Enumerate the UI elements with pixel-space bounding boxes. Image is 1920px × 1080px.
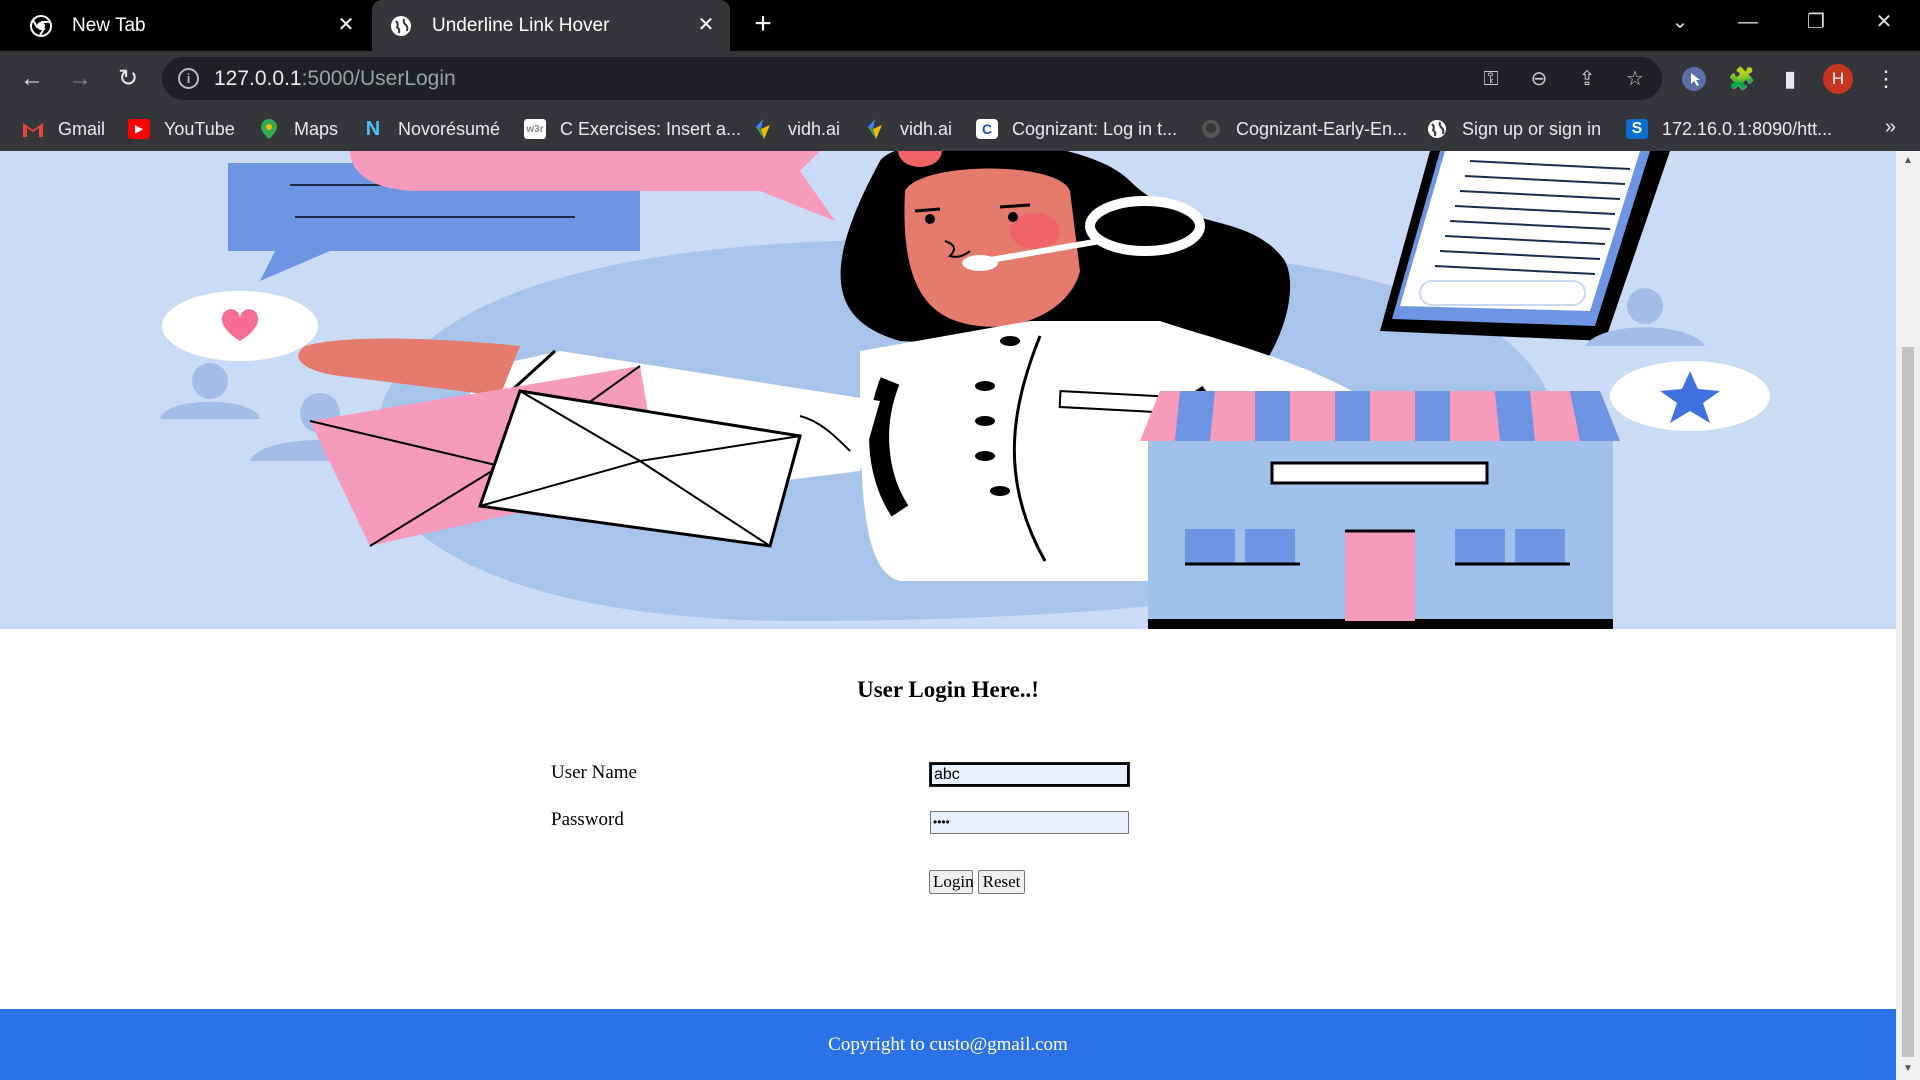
w3r-icon: w3r [524, 119, 546, 139]
menu-kebab-icon[interactable]: ⋮ [1870, 63, 1902, 95]
bookmark-gmail[interactable]: Gmail [22, 116, 105, 142]
github-icon [1200, 119, 1222, 139]
close-window-icon[interactable]: ✕ [1854, 0, 1914, 44]
hero-illustration [0, 151, 1896, 629]
key-icon[interactable]: ⚿ [1478, 66, 1504, 92]
bookmark-label: vidh.ai [788, 118, 841, 139]
scroll-up-arrow-icon[interactable]: ▲ [1902, 155, 1914, 167]
tab-title: New Tab [72, 14, 146, 36]
tab-underline-link-hover[interactable]: Underline Link Hover ✕ [372, 0, 730, 51]
bookmark-sign-up[interactable]: Sign up or sign in [1426, 116, 1601, 142]
bookmark-label: Gmail [58, 118, 106, 139]
cognizant-icon: C [976, 119, 998, 139]
side-panel-icon[interactable]: ▮ [1774, 63, 1806, 95]
bookmark-label: YouTube [164, 118, 235, 139]
page-viewport: User Login Here..! User Name Password ••… [0, 151, 1896, 1080]
bookmark-vidhai-2[interactable]: vidh.ai [864, 116, 952, 142]
bookmark-vidhai-1[interactable]: vidh.ai [752, 116, 840, 142]
bookmarks-overflow-icon[interactable]: » [1885, 116, 1896, 139]
page-scrollbar[interactable]: ▲ ▼ [1896, 151, 1920, 1080]
url-path: :5000/UserLogin [301, 67, 456, 90]
new-tab-plus-icon[interactable]: + [748, 9, 778, 40]
bookmark-label: Sign up or sign in [1462, 118, 1602, 139]
back-arrow-icon[interactable]: ← [16, 63, 48, 95]
forward-arrow-icon[interactable]: → [64, 63, 96, 95]
bookmark-youtube[interactable]: ▶ YouTube [128, 116, 235, 142]
bookmark-maps[interactable]: Maps [258, 116, 338, 142]
vidhai-icon [752, 119, 774, 139]
bookmark-label: vidh.ai [900, 118, 953, 139]
bookmark-cognizant-login[interactable]: C Cognizant: Log in t... [976, 116, 1177, 142]
bookmark-star-icon[interactable]: ☆ [1622, 66, 1648, 92]
login-title: User Login Here..! [857, 677, 1039, 702]
bookmark-sophos[interactable]: S 172.16.0.1:8090/htt... [1626, 116, 1832, 142]
youtube-icon: ▶ [128, 119, 150, 139]
bookmark-label: Maps [294, 118, 339, 139]
tab-title: Underline Link Hover [432, 14, 610, 36]
bookmark-label: Novorésumé [398, 118, 501, 139]
scrollbar-thumb[interactable] [1902, 347, 1914, 1057]
bookmarks-bar: Gmail ▶ YouTube Maps N Novorésumé w3r C … [0, 106, 1920, 151]
globe-icon [1426, 119, 1448, 139]
address-bar[interactable]: i 127.0.0.1:5000/UserLogin ⚿ ⊖ ⇪ ☆ [162, 57, 1662, 100]
chrome-icon [30, 14, 52, 37]
url-text[interactable]: 127.0.0.1:5000/UserLogin [214, 67, 456, 91]
minimize-icon[interactable]: — [1718, 0, 1778, 44]
bookmark-label: 172.16.0.1:8090/htt... [1662, 118, 1833, 139]
reset-button[interactable]: Reset [978, 870, 1025, 894]
maps-icon [258, 119, 280, 139]
password-label: Password [551, 809, 624, 830]
bookmark-label: Cognizant: Log in t... [1012, 118, 1178, 139]
bookmark-label: C Exercises: Insert a... [560, 118, 742, 139]
bookmark-label: Cognizant-Early-En... [1236, 118, 1408, 139]
page-footer: Copyright to custo@gmail.com [0, 1009, 1896, 1080]
bookmark-cognizant-early[interactable]: Cognizant-Early-En... [1200, 116, 1407, 142]
username-input[interactable] [929, 762, 1130, 787]
novoresume-icon: N [365, 117, 381, 140]
url-host: 127.0.0.1 [214, 67, 302, 90]
zoom-out-icon[interactable]: ⊖ [1526, 66, 1552, 92]
tab-strip: New Tab ✕ Underline Link Hover ✕ + ⌄ — ❐… [0, 0, 1920, 51]
tab-search-chevron-icon[interactable]: ⌄ [1650, 0, 1710, 44]
bookmark-novoresume[interactable]: N Novorésumé [362, 116, 500, 142]
profile-avatar[interactable]: H [1823, 64, 1853, 94]
login-button[interactable]: Login [929, 870, 974, 894]
username-label: User Name [551, 762, 637, 783]
sophos-icon: S [1626, 119, 1648, 139]
globe-icon [390, 15, 412, 37]
password-input[interactable]: •••• [930, 811, 1129, 834]
site-info-icon[interactable]: i [178, 68, 199, 89]
reload-icon[interactable]: ↻ [112, 63, 144, 95]
tab-new-tab[interactable]: New Tab ✕ [0, 0, 370, 51]
extensions-puzzle-icon[interactable]: 🧩 [1726, 63, 1758, 95]
vidhai-icon [864, 119, 886, 139]
scroll-down-arrow-icon[interactable]: ▼ [1902, 1063, 1914, 1075]
bookmark-c-exercises[interactable]: w3r C Exercises: Insert a... [524, 116, 741, 142]
close-tab-icon[interactable]: ✕ [334, 13, 358, 37]
extension-cursor-icon[interactable] [1678, 63, 1710, 95]
gmail-icon [22, 119, 44, 139]
browser-toolbar: ← → ↻ i 127.0.0.1:5000/UserLogin ⚿ ⊖ ⇪ ☆… [0, 51, 1920, 106]
share-icon[interactable]: ⇪ [1574, 66, 1600, 92]
close-tab-icon[interactable]: ✕ [694, 13, 718, 37]
restore-icon[interactable]: ❐ [1786, 0, 1846, 44]
